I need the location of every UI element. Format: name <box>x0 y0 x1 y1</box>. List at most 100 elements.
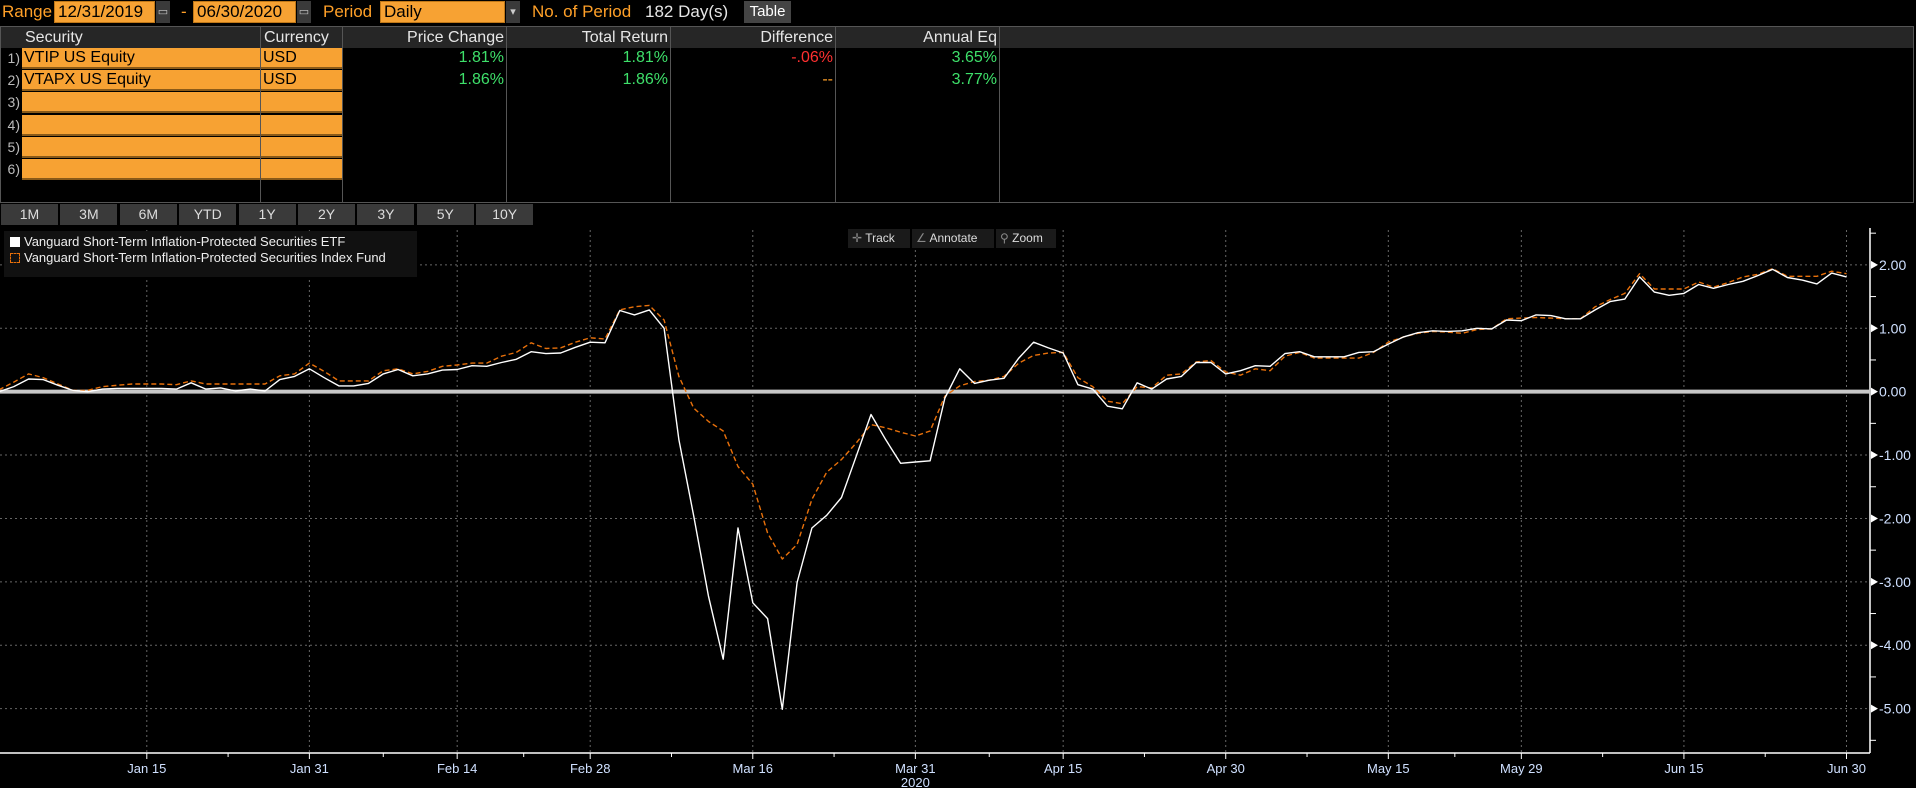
row-number: 6) <box>7 161 20 177</box>
security-input[interactable] <box>22 136 260 158</box>
x-tick-label: Mar 16 <box>733 761 773 776</box>
x-tick-label: Feb 14 <box>437 761 477 776</box>
y-tick-marker <box>1871 514 1878 523</box>
currency-input[interactable] <box>261 92 342 114</box>
x-tick-label: Jan 15 <box>127 761 166 776</box>
num-period-label: No. of Period <box>532 2 632 21</box>
end-calendar-icon[interactable]: ▭ <box>297 1 311 23</box>
pencil-icon: ∠ <box>916 231 927 245</box>
annotate-label: Annotate <box>929 231 978 245</box>
currency-input[interactable] <box>261 114 342 136</box>
y-tick-label: -2.00 <box>1879 510 1911 526</box>
y-tick-label: -1.00 <box>1879 447 1911 463</box>
cell-price-change: 1.86% <box>458 71 504 89</box>
range-button-2y[interactable]: 2Y <box>298 204 355 225</box>
annotate-button[interactable]: ∠ Annotate <box>912 229 994 248</box>
cell-difference: -.06% <box>791 49 833 66</box>
table-button[interactable]: Table <box>744 1 791 23</box>
x-tick-label: May 29 <box>1500 761 1543 776</box>
chevron-down-icon[interactable]: ▾ <box>506 1 520 23</box>
track-label: Track <box>865 231 895 245</box>
y-tick-marker <box>1871 260 1878 269</box>
cell-difference: -- <box>822 71 833 89</box>
security-input[interactable] <box>22 159 260 180</box>
chart[interactable]: 2.00 1.00 0.00 -1.00 -2.00 -3.00 -4.00 -5.00 Jan… <box>0 228 1916 788</box>
y-tick-marker <box>1871 387 1878 396</box>
range-button-10y[interactable]: 10Y <box>476 204 534 225</box>
start-date-field[interactable]: 12/31/2019 <box>54 1 155 23</box>
x-tick-label: Jun 30 <box>1827 761 1866 776</box>
row-number: 5) <box>7 138 20 155</box>
zoom-button[interactable]: ⚲ Zoom <box>996 229 1056 248</box>
y-tick-label: -3.00 <box>1879 574 1911 590</box>
x-tick-label: Feb 28 <box>570 761 610 776</box>
row-number: 2) <box>7 72 20 89</box>
y-tick-label: 1.00 <box>1879 320 1906 336</box>
start-calendar-icon[interactable]: ▭ <box>156 1 170 23</box>
security-input[interactable] <box>22 92 260 114</box>
range-button-1y[interactable]: 1Y <box>238 204 296 225</box>
legend-swatch-fund <box>10 253 20 263</box>
column-header-price-change[interactable]: Price Change <box>343 27 507 48</box>
range-button-1m[interactable]: 1M <box>1 204 58 225</box>
period-select[interactable]: Daily <box>380 1 505 23</box>
y-tick-marker <box>1871 324 1878 333</box>
y-tick-label: -5.00 <box>1879 701 1911 717</box>
y-tick-marker <box>1871 641 1878 650</box>
x-tick-label: Jan 31 <box>290 761 329 776</box>
series-line-etf <box>0 268 1847 710</box>
y-tick-label: -4.00 <box>1879 637 1911 653</box>
column-header-currency[interactable]: Currency <box>261 27 343 48</box>
cell-total-return: 1.86% <box>622 71 668 89</box>
security-input[interactable] <box>22 114 260 136</box>
column-header-difference[interactable]: Difference <box>671 27 836 48</box>
crosshair-icon: ✛ <box>852 231 863 245</box>
range-button-6m[interactable]: 6M <box>119 204 177 225</box>
row-number: 4) <box>7 116 20 133</box>
x-tick-label: Apr 15 <box>1044 761 1082 776</box>
track-button[interactable]: ✛ Track <box>848 229 910 248</box>
range-dash: - <box>181 2 187 21</box>
cell-price-change: 1.81% <box>458 49 504 66</box>
column-header-security[interactable]: Security <box>22 27 261 48</box>
currency-input[interactable]: USD <box>261 48 342 69</box>
x-axis-label: 2020 <box>901 775 930 788</box>
top-bar: Range 12/31/2019 ▭ - 06/30/2020 ▭ Period… <box>0 0 1916 25</box>
column-header-total-return[interactable]: Total Return <box>507 27 671 48</box>
x-tick-label: May 15 <box>1367 761 1410 776</box>
row-number: 3) <box>7 94 20 111</box>
row-number: 1) <box>7 50 20 66</box>
zoom-label: Zoom <box>1012 231 1043 245</box>
legend-label-fund: Vanguard Short-Term Inflation-Protected … <box>24 250 386 265</box>
x-tick-label: Mar 31 <box>895 761 935 776</box>
cell-annual-eq: 3.65% <box>951 49 997 66</box>
x-tick-label: Apr 30 <box>1207 761 1245 776</box>
x-tick-label: Jun 15 <box>1664 761 1703 776</box>
magnifier-icon: ⚲ <box>1000 231 1009 245</box>
end-date-field[interactable]: 06/30/2020 <box>193 1 296 23</box>
series-line-index-fund <box>0 268 1847 560</box>
range-button-ytd[interactable]: YTD <box>179 204 237 225</box>
currency-input[interactable] <box>261 159 342 180</box>
y-tick-label: 2.00 <box>1879 257 1906 273</box>
legend-swatch-etf <box>10 237 20 247</box>
range-button-5y[interactable]: 5Y <box>416 204 474 225</box>
range-label: Range <box>2 2 53 21</box>
y-tick-marker <box>1871 451 1878 460</box>
range-button-3m[interactable]: 3M <box>60 204 118 225</box>
currency-input[interactable] <box>261 136 342 158</box>
num-period-value: 182 Day(s) <box>645 2 729 21</box>
security-input[interactable]: VTAPX US Equity <box>22 70 260 92</box>
legend-label-etf: Vanguard Short-Term Inflation-Protected … <box>24 234 346 249</box>
range-button-3y[interactable]: 3Y <box>357 204 415 225</box>
cell-total-return: 1.81% <box>622 49 668 66</box>
column-header-annual-eq[interactable]: Annual Eq <box>836 27 1000 48</box>
chart-legend: Vanguard Short-Term Inflation-Protected … <box>4 231 417 277</box>
table-header: Security Currency Price Change Total Return… <box>1 27 1913 48</box>
currency-input[interactable]: USD <box>261 70 342 92</box>
security-input[interactable]: VTIP US Equity <box>22 48 260 69</box>
cell-annual-eq: 3.77% <box>951 71 997 89</box>
period-label: Period <box>323 2 373 21</box>
y-tick-marker <box>1871 577 1878 586</box>
y-tick-label: 0.00 <box>1879 384 1906 400</box>
